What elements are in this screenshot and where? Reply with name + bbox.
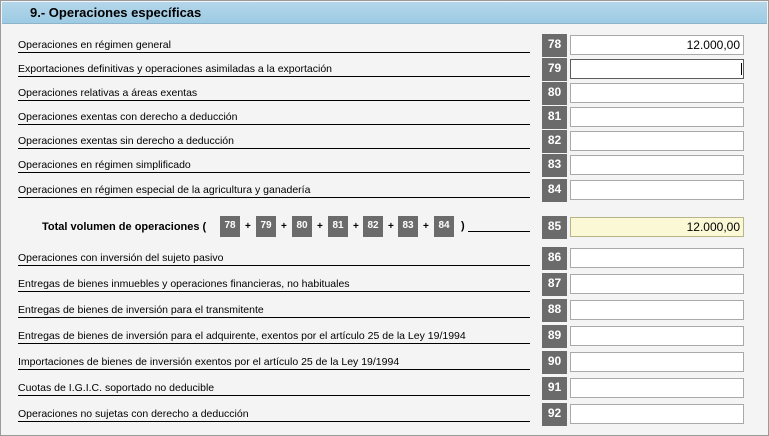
row-label: Exportaciones definitivas y operaciones … xyxy=(18,63,335,75)
code-chip: 78 xyxy=(220,216,240,237)
row-83: Operaciones en régimen simplificado 83 xyxy=(1,154,768,178)
amount-field-91[interactable] xyxy=(570,378,744,398)
amount-field-87[interactable] xyxy=(570,274,744,294)
box-code: 78 xyxy=(542,34,567,57)
total-label: Total volumen de operaciones ( xyxy=(42,221,207,233)
row-label: Operaciones en régimen simplificado xyxy=(18,159,193,171)
amount-field-82[interactable] xyxy=(570,131,744,151)
code-chip: 83 xyxy=(398,216,418,237)
row-86: Operaciones con inversión del sujeto pas… xyxy=(1,247,768,271)
box-code: 87 xyxy=(542,273,567,296)
row-label: Cuotas de I.G.I.C. soportado no deducibl… xyxy=(18,382,217,394)
row-88: Entregas de bienes de inversión para el … xyxy=(1,299,768,323)
box-code: 81 xyxy=(542,106,567,129)
plus-sign: + xyxy=(245,221,251,232)
amount-field-81[interactable] xyxy=(570,107,744,127)
box-code: 91 xyxy=(542,377,567,400)
amount-field-89[interactable] xyxy=(570,326,744,346)
plus-sign: + xyxy=(423,221,429,232)
plus-sign: + xyxy=(388,221,394,232)
box-code: 88 xyxy=(542,299,567,322)
text-cursor xyxy=(741,63,742,75)
row-89: Entregas de bienes de inversión para el … xyxy=(1,325,768,349)
code-chip: 79 xyxy=(256,216,276,237)
amount-field-90[interactable] xyxy=(570,352,744,372)
plus-sign: + xyxy=(317,221,323,232)
box-code: 86 xyxy=(542,247,567,270)
row-label: Entregas de bienes de inversión para el … xyxy=(18,304,266,316)
amount-field-86[interactable] xyxy=(570,248,744,268)
amount-field-79[interactable] xyxy=(570,59,744,79)
underline xyxy=(468,231,530,232)
row-label: Operaciones relativas a áreas exentas xyxy=(18,87,200,99)
row-label: Operaciones exentas con derecho a deducc… xyxy=(18,111,240,123)
amount-field-78[interactable] xyxy=(570,35,744,55)
row-81: Operaciones exentas con derecho a deducc… xyxy=(1,106,768,130)
code-chip: 80 xyxy=(292,216,312,237)
row-82: Operaciones exentas sin derecho a deducc… xyxy=(1,130,768,154)
amount-field-83[interactable] xyxy=(570,155,744,175)
section-header: 9.- Operaciones específicas xyxy=(2,2,767,24)
form-panel: 9.- Operaciones específicas Operaciones … xyxy=(0,0,769,436)
row-79: Exportaciones definitivas y operaciones … xyxy=(1,58,768,82)
row-label: Operaciones con inversión del sujeto pas… xyxy=(18,252,226,264)
row-label: Operaciones en régimen general xyxy=(18,39,173,51)
box-code: 92 xyxy=(542,403,567,426)
box-code: 82 xyxy=(542,130,567,153)
row-78: Operaciones en régimen general 78 xyxy=(1,34,768,58)
code-chip: 81 xyxy=(328,216,348,237)
box-code: 83 xyxy=(542,154,567,177)
amount-field-88[interactable] xyxy=(570,300,744,320)
row-90: Importaciones de bienes de inversión exe… xyxy=(1,351,768,375)
box-code: 84 xyxy=(542,179,567,202)
amount-field-84[interactable] xyxy=(570,180,744,200)
row-label: Importaciones de bienes de inversión exe… xyxy=(18,356,402,368)
total-amount-field[interactable] xyxy=(570,217,744,237)
amount-field-92[interactable] xyxy=(570,404,744,424)
box-code: 79 xyxy=(542,58,567,81)
box-code: 80 xyxy=(542,82,567,105)
code-chip: 84 xyxy=(434,216,454,237)
section-title: 9.- Operaciones específicas xyxy=(30,5,202,20)
box-code: 89 xyxy=(542,325,567,348)
row-84: Operaciones en régimen especial de la ag… xyxy=(1,179,768,203)
row-92: Operaciones no sujetas con derecho a ded… xyxy=(1,403,768,427)
plus-sign: + xyxy=(281,221,287,232)
amount-field-80[interactable] xyxy=(570,83,744,103)
row-91: Cuotas de I.G.I.C. soportado no deducibl… xyxy=(1,377,768,401)
row-label: Entregas de bienes inmuebles y operacion… xyxy=(18,278,352,290)
row-label: Operaciones exentas sin derecho a deducc… xyxy=(18,135,236,147)
row-80: Operaciones relativas a áreas exentas 80 xyxy=(1,82,768,106)
row-label: Entregas de bienes de inversión para el … xyxy=(18,330,468,342)
row-label: Operaciones no sujetas con derecho a ded… xyxy=(18,408,251,420)
row-85-total: Total volumen de operaciones ( 78 + 79 +… xyxy=(1,216,768,240)
close-paren: ) xyxy=(461,220,465,232)
box-code: 90 xyxy=(542,351,567,374)
row-label: Operaciones en régimen especial de la ag… xyxy=(18,184,313,196)
row-87: Entregas de bienes inmuebles y operacion… xyxy=(1,273,768,297)
plus-sign: + xyxy=(353,221,359,232)
code-chip: 82 xyxy=(363,216,383,237)
box-code: 85 xyxy=(542,216,567,239)
